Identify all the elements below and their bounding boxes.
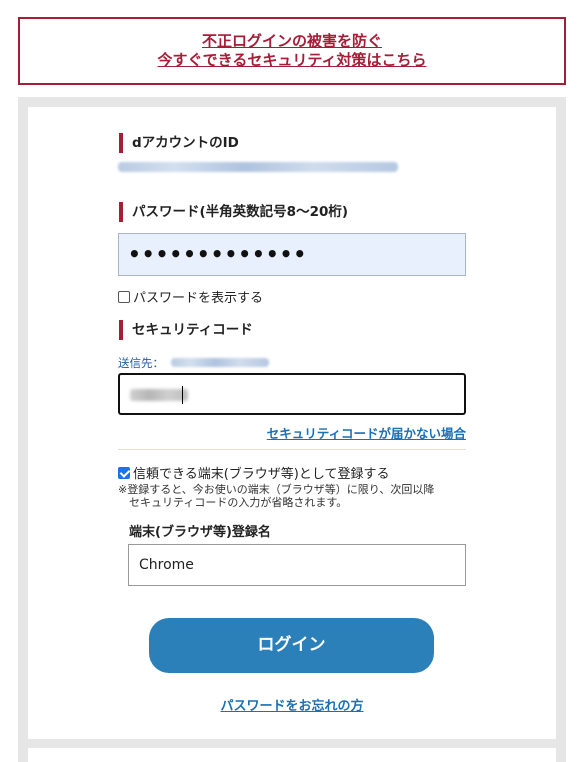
login-frame: dアカウントのID パスワード(半角英数記号8～20桁) •••••••••••… xyxy=(18,97,566,762)
security-banner-link-line1[interactable]: 不正ログインの被害を防ぐ xyxy=(20,32,564,51)
trusted-device-note: ※登録すると、今お使いの端末（ブラウザ等）に限り、次回以降 セキュリティコードの… xyxy=(118,483,478,509)
security-banner: 不正ログインの被害を防ぐ 今すぐできるセキュリティ対策はこちら xyxy=(18,17,566,85)
security-banner-link-line2[interactable]: 今すぐできるセキュリティ対策はこちら xyxy=(20,51,564,70)
forgot-password-container: パスワードをお忘れの方 xyxy=(28,695,556,714)
show-password-toggle[interactable]: パスワードを表示する xyxy=(118,287,263,306)
section-divider xyxy=(118,449,466,450)
login-card: dアカウントのID パスワード(半角英数記号8～20桁) •••••••••••… xyxy=(28,107,556,739)
login-button[interactable]: ログイン xyxy=(149,618,434,673)
device-name-input[interactable]: Chrome xyxy=(128,544,466,586)
sent-to-value-blurred xyxy=(171,358,269,367)
security-code-input[interactable] xyxy=(118,373,466,415)
sent-to-label: 送信先： xyxy=(118,355,164,371)
trusted-device-note-line1: ※登録すると、今お使いの端末（ブラウザ等）に限り、次回以降 xyxy=(118,483,435,496)
show-password-label: パスワードを表示する xyxy=(133,291,264,306)
show-password-checkbox[interactable] xyxy=(118,290,130,303)
trusted-device-label: 信頼できる端末(ブラウザ等)として登録する xyxy=(133,467,390,482)
security-code-heading: セキュリティコード xyxy=(119,320,253,340)
account-id-heading: dアカウントのID xyxy=(119,133,239,153)
text-caret xyxy=(182,386,183,404)
forgot-password-link[interactable]: パスワードをお忘れの方 xyxy=(220,699,363,714)
account-id-value-blurred xyxy=(118,162,398,172)
lower-card xyxy=(28,748,556,762)
password-heading: パスワード(半角英数記号8～20桁) xyxy=(119,202,348,222)
password-input[interactable]: ••••••••••••• xyxy=(118,233,466,276)
trusted-device-note-line2: セキュリティコードの入力が省略されます。 xyxy=(129,496,348,509)
trusted-device-toggle[interactable]: 信頼できる端末(ブラウザ等)として登録する xyxy=(118,463,390,482)
security-code-value-blurred xyxy=(130,389,188,401)
sent-to-text: 送信先： xyxy=(118,356,164,370)
trusted-device-checkbox[interactable] xyxy=(118,466,130,479)
code-not-received-link[interactable]: セキュリティコードが届かない場合 xyxy=(267,423,466,442)
device-name-label: 端末(ブラウザ等)登録名 xyxy=(129,525,271,540)
